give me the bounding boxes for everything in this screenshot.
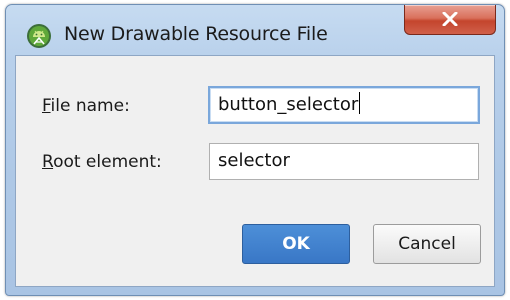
file-name-value: button_selector bbox=[218, 94, 359, 115]
dialog-content: File name: button_selector Root element:… bbox=[15, 55, 495, 287]
root-element-input[interactable]: selector bbox=[209, 143, 479, 180]
ok-button[interactable]: OK bbox=[242, 224, 350, 264]
android-studio-icon bbox=[26, 23, 52, 49]
text-caret bbox=[359, 92, 361, 114]
cancel-button[interactable]: Cancel bbox=[373, 224, 481, 264]
title-bar[interactable]: New Drawable Resource File bbox=[6, 5, 504, 55]
root-element-value: selector bbox=[218, 150, 290, 171]
file-name-input[interactable]: button_selector bbox=[208, 86, 480, 124]
window-title: New Drawable Resource File bbox=[64, 23, 328, 45]
new-drawable-resource-dialog: New Drawable Resource File File name: bu… bbox=[5, 4, 505, 296]
close-button[interactable] bbox=[404, 5, 496, 35]
root-element-label-text: oot element: bbox=[53, 152, 162, 172]
close-x-icon bbox=[442, 12, 458, 26]
file-name-label: File name: bbox=[42, 96, 130, 116]
root-element-label-mnemonic: R bbox=[42, 152, 54, 172]
file-name-label-text: ile name: bbox=[50, 96, 130, 116]
file-name-label-mnemonic: F bbox=[42, 96, 51, 116]
root-element-label: Root element: bbox=[42, 152, 162, 172]
